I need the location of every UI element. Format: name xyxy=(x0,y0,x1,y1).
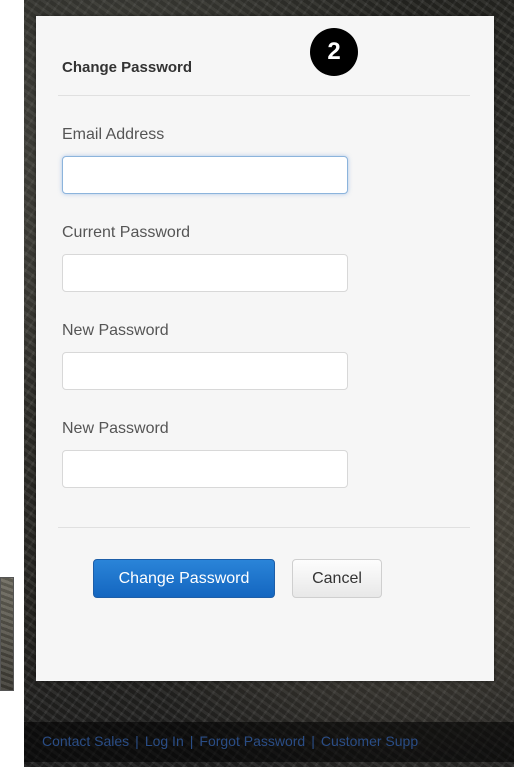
footer-separator: | xyxy=(135,733,139,749)
new-password-label: New Password xyxy=(62,322,169,339)
footer-links: Contact Sales | Log In | Forgot Password… xyxy=(42,733,512,749)
confirm-new-password-label: New Password xyxy=(62,420,169,437)
footer-separator: | xyxy=(189,733,194,749)
email-address-label: Email Address xyxy=(62,126,165,143)
background-panel-fragment xyxy=(0,577,14,691)
current-password-input[interactable] xyxy=(62,254,348,292)
cancel-button[interactable]: Cancel xyxy=(292,559,382,598)
email-address-input[interactable] xyxy=(62,156,348,194)
footer-link-contact-sales[interactable]: Contact Sales xyxy=(42,733,129,749)
footer-link-log-in[interactable]: Log In xyxy=(145,733,184,749)
title-divider xyxy=(58,95,470,96)
footer-link-forgot-password[interactable]: Forgot Password xyxy=(199,733,305,749)
dialog-title: Change Password xyxy=(62,59,193,76)
change-password-button[interactable]: Change Password xyxy=(93,559,275,598)
step-number-badge: 2 xyxy=(310,28,358,76)
footer-divider xyxy=(58,527,470,528)
new-password-input[interactable] xyxy=(62,352,348,390)
confirm-new-password-input[interactable] xyxy=(62,450,348,488)
footer-separator: | xyxy=(311,733,315,749)
footer-link-customer-support[interactable]: Customer Supp xyxy=(321,733,418,749)
current-password-label: Current Password xyxy=(62,224,191,241)
